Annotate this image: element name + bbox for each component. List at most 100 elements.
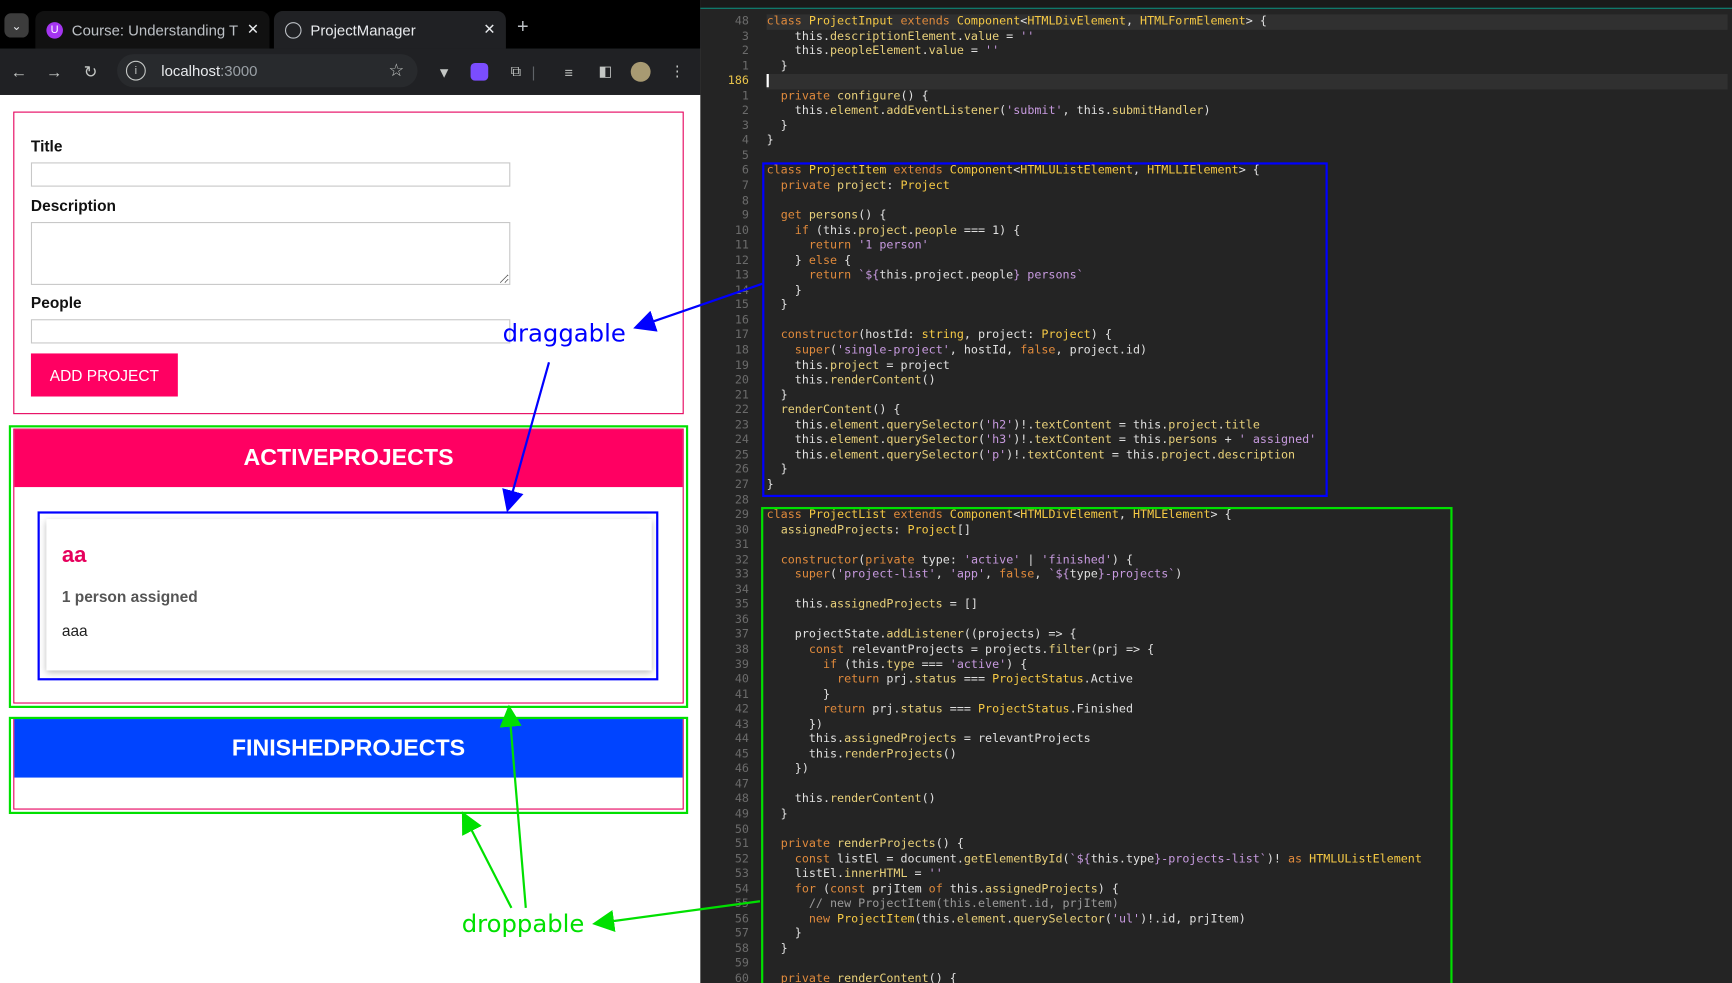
- tab-projectmanager[interactable]: ProjectManager ✕: [273, 11, 506, 49]
- line-number: 51: [734, 837, 749, 851]
- side-panel-icon[interactable]: ◧: [594, 61, 616, 83]
- media-queue-icon[interactable]: ≡: [558, 61, 580, 83]
- tab-course[interactable]: U Course: Understanding T ✕: [35, 11, 270, 49]
- line-number: 16: [734, 313, 749, 327]
- code-token: > {: [1245, 14, 1267, 28]
- add-project-button[interactable]: ADD PROJECT: [30, 353, 178, 397]
- line-number: 39: [734, 657, 749, 672]
- line-number: 11: [734, 238, 749, 253]
- more-menu-icon[interactable]: ⋮: [666, 61, 688, 83]
- code-token: element: [830, 104, 880, 118]
- code-token: HTMLDivElement: [1027, 14, 1126, 28]
- code-line[interactable]: this.descriptionElement.value = '': [767, 29, 1728, 44]
- line-number: 14: [734, 283, 749, 297]
- line-number: 1: [741, 89, 749, 103]
- code-token: }: [766, 119, 788, 133]
- people-input[interactable]: [30, 319, 511, 344]
- code-token: peopleElement: [830, 44, 922, 58]
- projectlist-class-outline: [761, 506, 1453, 983]
- code-line[interactable]: }: [767, 119, 1728, 134]
- line-number: 46: [734, 762, 749, 776]
- line-number: 19: [734, 358, 749, 372]
- code-token: private: [780, 89, 838, 103]
- line-number: 6: [741, 163, 749, 178]
- tab-projectmanager-label: ProjectManager: [310, 21, 416, 39]
- draggable-outline-card: [37, 511, 659, 681]
- code-line[interactable]: [766, 74, 1728, 90]
- code-token: HTMLFormElement: [1140, 14, 1246, 28]
- line-number: 47: [734, 777, 749, 791]
- bookmark-star-icon[interactable]: ☆: [388, 60, 404, 82]
- line-number: 45: [734, 747, 749, 761]
- code-line[interactable]: class ProjectInput extends Component<HTM…: [766, 14, 1728, 30]
- line-number: 52: [734, 852, 749, 866]
- code-token: '': [1020, 29, 1035, 43]
- close-icon[interactable]: ✕: [241, 21, 265, 39]
- code-line[interactable]: }: [767, 59, 1728, 74]
- line-number: 53: [734, 867, 749, 881]
- tab-search-icon[interactable]: ⌄: [4, 13, 29, 38]
- editor-top-bar: [700, 0, 1732, 9]
- line-number: 34: [734, 582, 749, 597]
- reload-icon[interactable]: ↻: [78, 60, 102, 84]
- close-icon[interactable]: ✕: [477, 21, 501, 39]
- line-number: 8: [741, 193, 749, 208]
- line-number: 56: [734, 912, 749, 926]
- code-line[interactable]: this.element.addEventListener('submit', …: [767, 104, 1728, 119]
- code-token: value: [928, 44, 964, 58]
- code-token: , this.: [1062, 104, 1112, 118]
- code-token: submitHandler: [1111, 104, 1204, 118]
- code-line[interactable]: private configure() {: [767, 89, 1728, 104]
- site-info-icon[interactable]: i: [125, 60, 146, 81]
- extensions-puzzle-icon[interactable]: ⧉: [505, 61, 527, 83]
- droppable-outline-finished: [8, 716, 689, 815]
- browser-chrome: ⌄ U Course: Understanding T ✕ ProjectMan…: [0, 0, 701, 95]
- code-token: ProjectInput: [808, 14, 901, 28]
- line-number: 44: [734, 732, 749, 746]
- line-number: 29: [734, 508, 749, 522]
- line-number: 60: [734, 971, 749, 983]
- extension-purple-icon[interactable]: [468, 61, 490, 83]
- title-label: Title: [30, 136, 63, 155]
- code-line[interactable]: }: [767, 134, 1728, 149]
- line-number: 36: [734, 612, 749, 627]
- line-number: 15: [734, 298, 749, 312]
- line-number: 23: [734, 418, 749, 432]
- line-number: 38: [734, 642, 749, 657]
- new-tab-icon[interactable]: +: [517, 15, 529, 38]
- code-token: extends: [900, 14, 957, 28]
- globe-icon: [284, 21, 302, 39]
- udemy-icon: U: [46, 21, 63, 39]
- description-textarea[interactable]: [30, 222, 511, 285]
- line-number: 20: [734, 373, 749, 387]
- line-number: 13: [734, 268, 749, 282]
- line-number: 3: [741, 29, 749, 43]
- title-input[interactable]: [30, 162, 511, 187]
- code-token: configure: [837, 89, 901, 103]
- line-number: 1: [741, 59, 749, 73]
- forward-icon[interactable]: →: [42, 60, 66, 84]
- vue-devtools-icon[interactable]: ▼: [433, 61, 455, 83]
- back-icon[interactable]: ←: [7, 60, 31, 84]
- code-line[interactable]: this.peopleElement.value = '': [767, 44, 1728, 59]
- line-number: 57: [734, 927, 749, 941]
- droppable-label: droppable: [461, 911, 585, 939]
- code-token: class: [766, 14, 809, 28]
- line-number: 12: [734, 253, 749, 268]
- line-number: 41: [734, 687, 749, 701]
- line-number: 17: [734, 328, 749, 342]
- code-token: addEventListener: [886, 104, 1000, 118]
- profile-avatar-icon[interactable]: [630, 61, 652, 83]
- toolbar-divider: |: [531, 63, 536, 81]
- line-number: 18: [734, 343, 749, 357]
- line-number: 48: [734, 792, 749, 806]
- address-bar[interactable]: i localhost:3000 ☆: [117, 54, 418, 88]
- line-number: 59: [734, 956, 749, 971]
- project-input-form: Title Description People ADD PROJECT: [13, 111, 684, 415]
- code-token: .: [956, 29, 964, 43]
- code-token: descriptionElement: [830, 29, 957, 43]
- code-editor[interactable]: 48 3 2 1 186 1 2 3 4 5 6 7 8 9 10 11 12 13 14 15 16 17 18 19 20 2…: [700, 0, 1732, 983]
- line-number: 37: [734, 627, 749, 642]
- line-number: 58: [734, 942, 749, 956]
